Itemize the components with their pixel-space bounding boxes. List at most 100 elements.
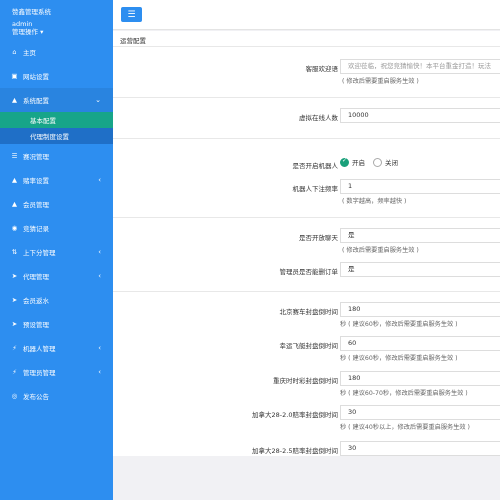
- field-help: ( 数字越高，频率越快 ): [342, 198, 407, 205]
- record-icon: ◉: [11, 224, 18, 232]
- sidebar-item-bet-records[interactable]: ◉ 竞猜记录: [0, 216, 113, 240]
- admin-cancel-select[interactable]: 是: [340, 262, 500, 277]
- preset-icon: ➤: [11, 320, 18, 328]
- chevron-left-icon: ‹: [98, 368, 101, 376]
- updown-icon: ⇅: [11, 248, 18, 256]
- field-label: 管理员是否能删订单: [279, 268, 339, 276]
- sidebar-item-odds-settings[interactable]: ▲ 赌率设置 ‹: [0, 168, 113, 192]
- agent-icon: ➤: [11, 272, 18, 280]
- sidebar-item-label: 管理员管理: [23, 369, 56, 377]
- divider: [113, 97, 500, 98]
- chevron-left-icon: ‹: [98, 176, 101, 184]
- sidebar-item-label: 会员管理: [23, 201, 49, 209]
- panel-title: 运营配置: [113, 31, 500, 47]
- cq-seal-time-input[interactable]: 180: [340, 371, 500, 386]
- field-help: ( 修改后需要重启服务生效 ): [342, 247, 419, 254]
- member-icon: ▲: [12, 200, 17, 208]
- field-label: 客服欢迎语: [305, 65, 339, 73]
- sidebar-item-label: 主页: [23, 49, 36, 57]
- ca28-seal-time-input[interactable]: 30: [340, 405, 500, 420]
- field-help: 秒 ( 建议60秒，修改后需要重启服务生效 ): [340, 355, 458, 362]
- bj-seal-time-input[interactable]: 180: [340, 302, 500, 317]
- notice-icon: ◎: [11, 392, 18, 400]
- field-label: 北京赛车封盘倒时间: [279, 308, 339, 316]
- sidebar-item-announcements[interactable]: ◎ 发布公告: [0, 384, 113, 408]
- radio-unchecked-icon: [373, 157, 382, 167]
- brand-block: 赞鑫管理系统 admin 管理操作 ▾: [0, 0, 113, 40]
- sidebar-item-match-management[interactable]: ☰ 赛况管理: [0, 144, 113, 168]
- admin-icon: ⚡: [12, 368, 17, 376]
- sidebar-item-label: 竞猜记录: [23, 225, 49, 233]
- sidebar-item-label: 发布公告: [23, 393, 49, 401]
- sidebar-item-presets[interactable]: ➤ 预设管理: [0, 312, 113, 336]
- sidebar-menu: ⌂ 主页 ▣ 网站设置 ▲ 系统配置 ⌄ 基本配置 代理制度设置 ☰ 赛况管理 …: [0, 40, 113, 408]
- sidebar-item-home[interactable]: ⌂ 主页: [0, 40, 113, 64]
- sidebar: 赞鑫管理系统 admin 管理操作 ▾ ⌂ 主页 ▣ 网站设置 ▲ 系统配置 ⌄…: [0, 0, 113, 500]
- sidebar-item-label: 赛况管理: [23, 153, 49, 161]
- home-icon: ⌂: [12, 48, 17, 56]
- field-help: 秒 ( 建议60-70秒，修改后需要重启服务生效 ): [340, 390, 468, 397]
- chevron-left-icon: ‹: [98, 272, 101, 280]
- sidebar-item-site-settings[interactable]: ▣ 网站设置: [0, 64, 113, 88]
- sidebar-item-label: 赌率设置: [23, 177, 49, 185]
- field-help: 秒 ( 建议40秒以上，修改后需要重启服务生效 ): [340, 424, 470, 431]
- radio-label: 开启: [352, 159, 365, 167]
- welcome-input[interactable]: 欢迎莅临，祝您竞猜愉快！本平台重金打造！玩法: [340, 59, 500, 74]
- field-label: 重庆时时彩封盘倒时间: [273, 377, 338, 385]
- field-label: 幸运飞艇封盘倒时间: [279, 342, 339, 350]
- robot-frequency-input[interactable]: 1: [340, 179, 500, 194]
- field-label: 虚拟在线人数: [299, 114, 338, 122]
- sidebar-item-robots[interactable]: ⚡ 机器人管理 ‹: [0, 336, 113, 360]
- field-label: 加拿大28-2.5赔率封盘倒时间: [252, 447, 338, 455]
- sidebar-item-agents[interactable]: ➤ 代理管理 ‹: [0, 264, 113, 288]
- sidebar-item-label: 代理管理: [23, 273, 49, 281]
- sidebar-item-label: 机器人管理: [23, 345, 56, 353]
- radio-label: 关闭: [385, 159, 398, 167]
- divider: [113, 138, 500, 139]
- sidebar-item-label: 会员返水: [23, 297, 49, 305]
- robot-radio-group: 开启 关闭: [340, 157, 406, 167]
- config-panel: 运营配置 客服欢迎语 欢迎莅临，祝您竞猜愉快！本平台重金打造！玩法 ( 修改后需…: [113, 31, 500, 456]
- field-label: 是否开启机器人: [292, 162, 339, 170]
- sidebar-item-label: 上下分管理: [23, 249, 56, 257]
- user-icon: ▲: [12, 96, 17, 104]
- sidebar-item-credit-management[interactable]: ⇅ 上下分管理 ‹: [0, 240, 113, 264]
- sidebar-item-label: 网站设置: [23, 73, 49, 81]
- chevron-left-icon: ‹: [98, 248, 101, 256]
- hamburger-icon: ☰: [127, 9, 136, 20]
- backwater-icon: ➤: [11, 296, 18, 304]
- submenu-item-basic-config[interactable]: 基本配置: [0, 112, 113, 128]
- radio-checked-icon: [340, 157, 349, 167]
- sidebar-item-member-rebate[interactable]: ➤ 会员返水: [0, 288, 113, 312]
- chevron-down-icon: ⌄: [95, 96, 101, 104]
- brand-title: 赞鑫管理系统: [12, 8, 51, 16]
- robot-icon: ⚡: [12, 344, 17, 352]
- sidebar-item-admins[interactable]: ⚡ 管理员管理 ‹: [0, 360, 113, 384]
- sidebar-item-system-config[interactable]: ▲ 系统配置 ⌄: [0, 88, 113, 112]
- menu-toggle-button[interactable]: ☰: [121, 7, 142, 22]
- xy-seal-time-input[interactable]: 60: [340, 336, 500, 351]
- sidebar-item-label: 预设管理: [23, 321, 49, 329]
- top-bar: ☰: [113, 0, 500, 30]
- site-icon: ▣: [11, 72, 18, 80]
- field-label: 机器人下注频率: [292, 185, 339, 193]
- sidebar-item-label: 系统配置: [23, 97, 49, 105]
- divider: [113, 217, 500, 218]
- chevron-left-icon: ‹: [98, 344, 101, 352]
- divider: [113, 291, 500, 292]
- field-label: 是否开放聊天: [299, 234, 338, 242]
- tasks-icon: ☰: [11, 152, 18, 160]
- field-label: 加拿大28-2.0赔率封盘倒时间: [252, 411, 338, 419]
- sidebar-item-members[interactable]: ▲ 会员管理: [0, 192, 113, 216]
- user-name[interactable]: admin: [12, 20, 113, 28]
- online-count-input[interactable]: 10000: [340, 108, 500, 123]
- bet-icon: ▲: [12, 176, 17, 184]
- robot-off-option[interactable]: 关闭: [373, 157, 398, 167]
- robot-on-option[interactable]: 开启: [340, 157, 365, 167]
- field-help: ( 修改后需要重启服务生效 ): [342, 78, 419, 85]
- submenu-item-agent-rules[interactable]: 代理制度设置: [0, 128, 113, 144]
- submenu-system-config: 基本配置 代理制度设置: [0, 112, 113, 144]
- user-ops-dropdown[interactable]: 管理操作 ▾: [12, 28, 113, 36]
- ca25-seal-time-input[interactable]: 30: [340, 441, 500, 456]
- chat-select[interactable]: 是: [340, 228, 500, 243]
